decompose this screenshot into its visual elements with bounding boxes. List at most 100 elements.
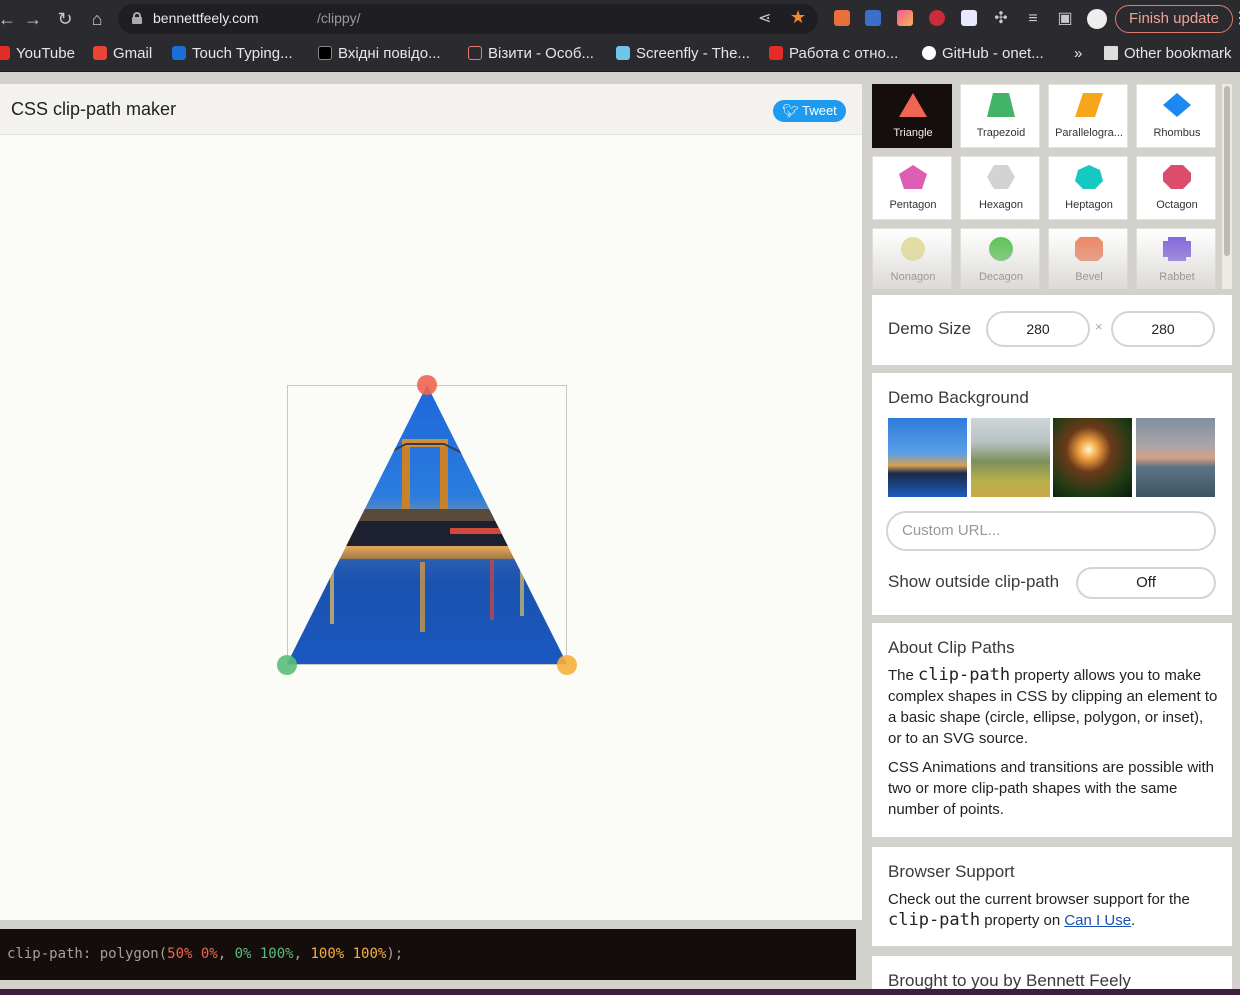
scrollbar[interactable]	[1222, 84, 1232, 289]
puzzle-icon[interactable]: ✣	[988, 6, 1014, 32]
demo-background-card: Demo Background Custom URL... Show outsi…	[872, 373, 1232, 615]
youtube-icon	[0, 46, 10, 60]
shape-hexagon[interactable]: Hexagon	[960, 156, 1040, 220]
gmail-icon	[93, 46, 107, 60]
shape-triangle[interactable]: Triangle	[872, 84, 952, 148]
shape-octagon[interactable]: Octagon	[1136, 156, 1216, 220]
shape-icon	[987, 165, 1015, 189]
bookmark-gmail[interactable]: Gmail	[93, 45, 152, 65]
share-icon[interactable]: ⋖	[758, 8, 771, 28]
can-i-use-link[interactable]: Can I Use	[1064, 912, 1131, 929]
shape-label: Pentagon	[889, 199, 937, 211]
shape-nonagon[interactable]: Nonagon	[872, 228, 952, 289]
finish-update-button[interactable]: Finish update	[1115, 5, 1233, 33]
shape-label: Decagon	[978, 271, 1024, 283]
shape-parallelogra[interactable]: Parallelogra...	[1048, 84, 1128, 148]
url-path: /clippy/	[317, 10, 361, 26]
bookmark-youtube[interactable]: YouTube	[0, 45, 75, 65]
bookmark-screenfly[interactable]: Screenfly - The...	[616, 45, 750, 65]
shape-bevel[interactable]: Bevel	[1048, 228, 1128, 289]
demo-background-title: Demo Background	[888, 388, 1029, 407]
shape-icon	[1163, 165, 1191, 189]
avatar[interactable]	[1087, 9, 1107, 29]
bookmark-visits[interactable]: Візити - Особ...	[468, 45, 594, 65]
about-title: About Clip Paths	[888, 638, 1015, 657]
shape-label: Bevel	[1075, 271, 1103, 283]
reload-icon[interactable]: ↻	[52, 6, 78, 32]
code-output[interactable]: clip-path: polygon(50% 0%, 0% 100%, 100%…	[0, 929, 856, 980]
custom-url-input[interactable]: Custom URL...	[886, 511, 1216, 551]
demo-area	[277, 375, 577, 675]
shape-label: Heptagon	[1065, 199, 1113, 211]
shape-icon	[899, 165, 927, 189]
bookmark-star-icon[interactable]: ★	[790, 7, 806, 28]
extension-icon-1[interactable]	[834, 10, 850, 26]
lock-icon	[132, 12, 142, 24]
back-icon[interactable]: ←	[0, 6, 20, 32]
shape-icon	[901, 237, 925, 261]
forward-icon[interactable]: →	[20, 6, 46, 32]
times-sign: ×	[1095, 319, 1103, 334]
shape-icon	[1075, 237, 1103, 261]
cloud-icon	[468, 46, 482, 60]
background-sparkler[interactable]	[1053, 418, 1132, 497]
shape-trapezoid[interactable]: Trapezoid	[960, 84, 1040, 148]
shape-label: Nonagon	[890, 271, 936, 283]
shape-rhombus[interactable]: Rhombus	[1136, 84, 1216, 148]
side-panel-icon[interactable]: ▣	[1052, 6, 1078, 32]
demo-size-label: Demo Size	[888, 319, 972, 338]
extension-icon-2[interactable]	[865, 10, 881, 26]
about-card: About Clip Paths The clip-path property …	[872, 623, 1232, 837]
background-hills[interactable]	[971, 418, 1050, 497]
reading-list-icon[interactable]: ≡	[1020, 6, 1046, 32]
bookmark-touch-typing[interactable]: Touch Typing...	[172, 45, 293, 65]
shape-heptagon[interactable]: Heptagon	[1048, 156, 1128, 220]
shape-pentagon[interactable]: Pentagon	[872, 156, 952, 220]
bookmark-inbox[interactable]: Вхідні повідо...	[318, 45, 441, 65]
shape-label: Rhombus	[1153, 127, 1201, 139]
bookmark-rabota[interactable]: Работа с отно...	[769, 45, 898, 65]
width-input[interactable]: 280	[986, 311, 1090, 347]
bookmark-other[interactable]: Other bookmark	[1104, 45, 1232, 65]
clipped-image	[287, 385, 567, 664]
bookmarks-bar: YouTube Gmail Touch Typing... Вхідні пов…	[0, 38, 1240, 72]
vertex-handle-top[interactable]	[417, 375, 437, 395]
show-outside-label: Show outside clip-path	[888, 572, 1060, 591]
dia-icon	[318, 46, 332, 60]
bookmarks-overflow-icon[interactable]: »	[1074, 45, 1082, 65]
point-1: 50% 0%	[167, 946, 218, 962]
bookmark-github[interactable]: GitHub - onet...	[922, 45, 1044, 65]
show-outside-toggle[interactable]: Off	[1076, 567, 1216, 599]
extension-icon-4[interactable]	[929, 10, 945, 26]
shape-icon	[1075, 93, 1103, 117]
shape-label: Parallelogra...	[1055, 127, 1123, 139]
background-sea[interactable]	[1136, 418, 1215, 497]
shape-rabbet[interactable]: Rabbet	[1136, 228, 1216, 289]
point-3: 100% 100%	[310, 946, 387, 962]
shape-icon	[1163, 93, 1191, 117]
shape-icon	[1163, 237, 1191, 261]
folder-icon	[1104, 46, 1118, 60]
github-icon	[922, 46, 936, 60]
point-2: 0% 100%	[234, 946, 294, 962]
home-icon[interactable]: ⌂	[84, 6, 110, 32]
screenfly-icon	[616, 46, 630, 60]
shapes-grid: Triangle Trapezoid Parallelogra... Rhombus P…	[872, 84, 1232, 289]
credit-title: Brought to you by Bennett Feely	[888, 971, 1131, 989]
shape-label: Hexagon	[978, 199, 1024, 211]
height-input[interactable]: 280	[1111, 311, 1215, 347]
address-bar[interactable]: bennettfeely.com /clippy/ ⋖ ★	[118, 4, 818, 34]
shape-decagon[interactable]: Decagon	[960, 228, 1040, 289]
shape-label: Octagon	[1156, 199, 1198, 211]
os-taskbar-edge	[0, 989, 1240, 995]
vertex-handle-bottom-right[interactable]	[557, 655, 577, 675]
shape-label: Rabbet	[1159, 271, 1195, 283]
vertex-handle-bottom-left[interactable]	[277, 655, 297, 675]
shape-icon	[1075, 165, 1103, 189]
more-menu-icon[interactable]: ⋮	[1232, 8, 1240, 28]
extension-icon-3[interactable]	[897, 10, 913, 26]
background-bridge[interactable]	[888, 418, 967, 497]
shape-label: Trapezoid	[976, 127, 1026, 139]
shape-icon	[989, 237, 1013, 261]
extension-icon-5[interactable]	[961, 10, 977, 26]
